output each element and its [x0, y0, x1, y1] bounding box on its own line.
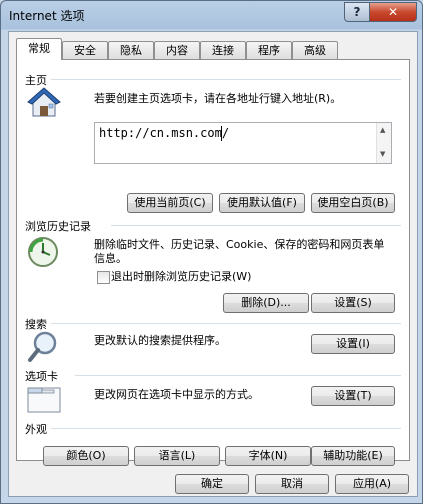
- search-divider: [51, 323, 401, 324]
- use-blank-button[interactable]: 使用空白页(B): [311, 193, 395, 213]
- tab-programs[interactable]: 程序: [246, 41, 292, 59]
- tab-general[interactable]: 常规: [16, 38, 62, 60]
- ok-button[interactable]: 确定: [175, 474, 249, 494]
- homepage-url-value: http://cn.msn.com/: [99, 126, 230, 140]
- home-icon: [27, 87, 61, 117]
- tabs-divider: [75, 375, 401, 376]
- appearance-group-title: 外观: [25, 423, 47, 436]
- history-settings-button[interactable]: 设置(S): [311, 293, 395, 313]
- delete-on-exit-checkbox[interactable]: [97, 271, 110, 284]
- search-description: 更改默认的搜索提供程序。: [94, 334, 226, 347]
- history-clock-icon: [28, 237, 58, 267]
- text-caret: [221, 126, 222, 141]
- tab-security[interactable]: 安全: [62, 41, 108, 59]
- use-current-button[interactable]: 使用当前页(C): [127, 193, 213, 213]
- dialog-body: 常规 安全 隐私 内容 连接 程序 高级 主页 若要创建主页选项卡，请在各地址行…: [8, 31, 418, 497]
- tab-privacy[interactable]: 隐私: [108, 41, 154, 59]
- general-tab-panel: 主页 若要创建主页选项卡，请在各地址行键入地址(R)。 http://cn.ms…: [16, 59, 410, 466]
- colors-button[interactable]: 颜色(O): [43, 446, 129, 466]
- history-divider: [111, 225, 401, 226]
- homepage-divider: [51, 79, 401, 80]
- search-settings-button[interactable]: 设置(I): [311, 334, 395, 354]
- accessibility-button[interactable]: 辅助功能(E): [311, 446, 395, 466]
- tabs-settings-button[interactable]: 设置(T): [311, 386, 395, 406]
- url-scrollbar[interactable]: ▲ ▼: [376, 123, 391, 163]
- window-title: Internet 选项: [9, 9, 85, 23]
- apply-button[interactable]: 应用(A): [335, 474, 409, 494]
- homepage-group-title: 主页: [25, 74, 47, 87]
- delete-on-exit-label[interactable]: 退出时删除浏览历史记录(W): [111, 270, 251, 284]
- cancel-button[interactable]: 取消: [255, 474, 329, 494]
- homepage-url-input[interactable]: http://cn.msn.com/ ▲ ▼: [94, 122, 392, 164]
- tab-connections[interactable]: 连接: [200, 41, 246, 59]
- dialog-window: Internet 选项 ? ✕ 常规 安全 隐私 内容 连接 程序 高级 主页 …: [0, 0, 423, 504]
- history-description: 删除临时文件、历史记录、Cookie、保存的密码和网页表单信息。: [94, 238, 385, 265]
- tabs-window-icon: [27, 387, 61, 413]
- scroll-up-icon[interactable]: ▲: [380, 126, 385, 134]
- fonts-button[interactable]: 字体(N): [225, 446, 311, 466]
- languages-button[interactable]: 语言(L): [134, 446, 220, 466]
- delete-history-button[interactable]: 删除(D)...: [223, 293, 309, 313]
- use-default-button[interactable]: 使用默认值(F): [219, 193, 305, 213]
- homepage-description: 若要创建主页选项卡，请在各地址行键入地址(R)。: [94, 92, 342, 105]
- tabs-group-title: 选项卡: [25, 370, 58, 383]
- help-button[interactable]: ?: [344, 2, 370, 22]
- tab-advanced[interactable]: 高级: [292, 41, 338, 59]
- search-magnifier-icon: [28, 331, 57, 362]
- scroll-down-icon[interactable]: ▼: [380, 150, 385, 158]
- tab-content[interactable]: 内容: [154, 41, 200, 59]
- title-bar[interactable]: Internet 选项 ? ✕: [1, 1, 422, 29]
- tabs-description: 更改网页在选项卡中显示的方式。: [94, 388, 259, 401]
- close-button[interactable]: ✕: [369, 2, 417, 22]
- history-group-title: 浏览历史记录: [25, 220, 91, 233]
- appearance-divider: [51, 428, 401, 429]
